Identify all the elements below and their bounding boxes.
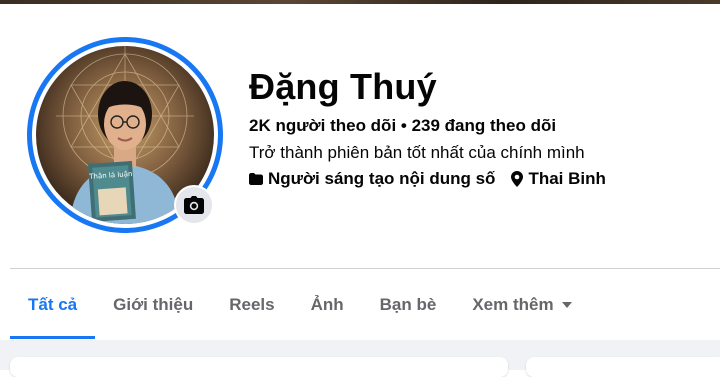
profile-meta: Người sáng tạo nội dung số Thai Binh bbox=[249, 169, 606, 189]
side-card bbox=[526, 357, 720, 377]
follower-counts[interactable]: 2K người theo dõi • 239 đang theo dõi bbox=[249, 116, 556, 136]
profile-name: Đặng Thuý bbox=[249, 66, 437, 107]
tab-photos[interactable]: Ảnh bbox=[293, 282, 362, 328]
tab-all[interactable]: Tất cả bbox=[10, 282, 96, 339]
tab-more[interactable]: Xem thêm bbox=[454, 282, 589, 328]
profile-bio: Trở thành phiên bản tốt nhất của chính m… bbox=[249, 143, 585, 162]
profile-picture[interactable]: Thân lá luận bbox=[27, 37, 223, 233]
divider bbox=[10, 268, 720, 269]
feed-card bbox=[10, 357, 508, 377]
tab-about[interactable]: Giới thiệu bbox=[95, 282, 211, 328]
location-pin-icon bbox=[511, 171, 524, 187]
chevron-down-icon bbox=[561, 302, 572, 308]
camera-icon bbox=[184, 196, 204, 214]
profile-location[interactable]: Thai Binh bbox=[528, 169, 605, 189]
camera-button[interactable] bbox=[174, 185, 214, 225]
content-creator-icon bbox=[249, 173, 263, 185]
tab-friends[interactable]: Bạn bè bbox=[362, 282, 455, 328]
cover-photo-edge bbox=[0, 0, 720, 4]
profile-tabs: Tất cả Giới thiệu Reels Ảnh Bạn bè Xem t… bbox=[10, 282, 590, 339]
tab-reels[interactable]: Reels bbox=[211, 282, 292, 328]
profile-category: Người sáng tạo nội dung số bbox=[268, 169, 496, 188]
